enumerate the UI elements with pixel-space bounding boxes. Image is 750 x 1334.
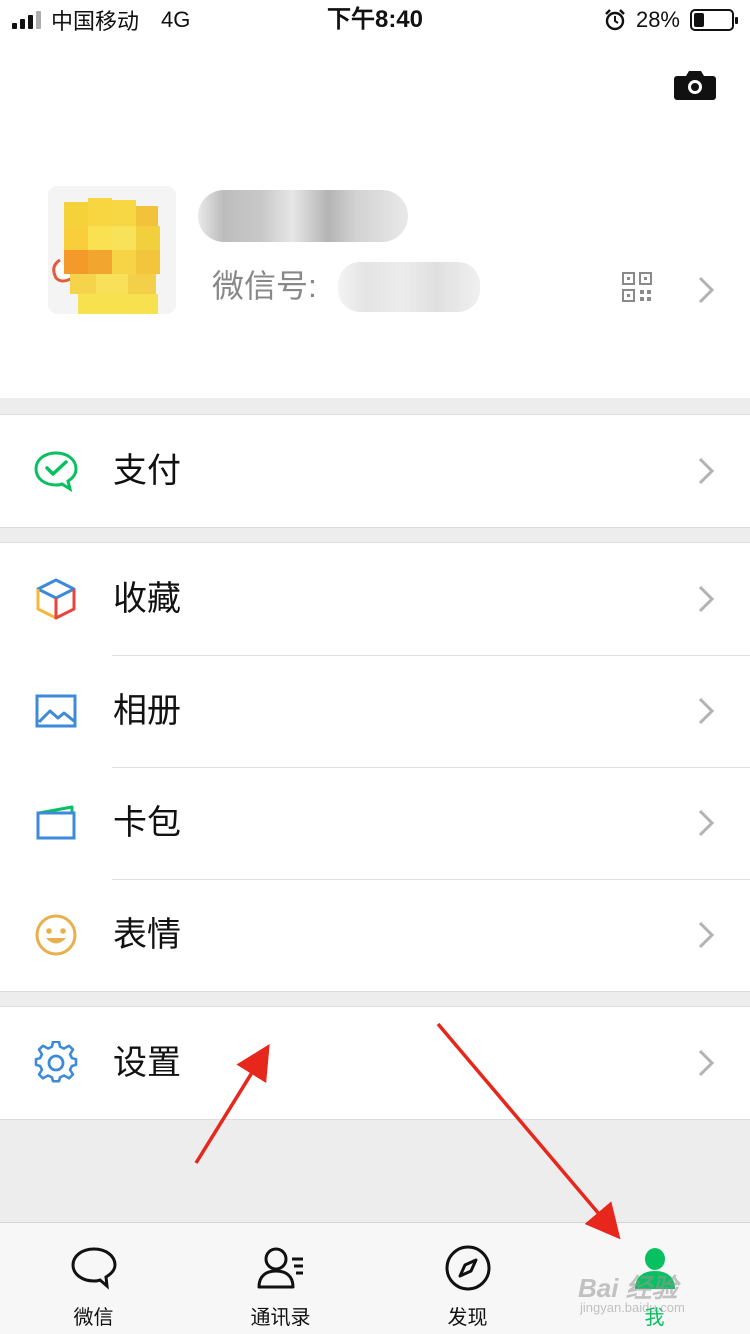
menu-item-label: 收藏 [113,580,181,618]
card-wallet-icon [36,805,76,840]
menu-item-album[interactable]: 相册 [0,655,750,767]
menu-item-label: 表情 [113,916,181,954]
alarm-icon [605,9,625,31]
smiley-icon [35,914,77,956]
chevron-right-icon [698,457,715,485]
tab-discover[interactable]: 发现 [374,1223,561,1334]
menu-item-cards[interactable]: 卡包 [0,767,750,879]
menu-item-label: 卡包 [113,804,181,842]
wechat-pay-icon [34,451,78,493]
tab-contacts[interactable]: 通讯录 [187,1223,374,1334]
compass-icon [445,1245,490,1291]
chat-bubble-icon [70,1247,117,1290]
menu-item-label: 支付 [113,452,181,490]
features-group: 收藏 相册 卡包 表情 [0,542,750,992]
settings-group: 设置 [0,1006,750,1120]
status-right: 28% [604,6,738,34]
qr-code-icon[interactable] [622,272,652,302]
pay-group: 支付 [0,414,750,528]
chevron-right-icon [698,697,715,725]
profile-header[interactable]: 微信号: [0,40,750,398]
favorites-cube-icon [36,578,76,620]
avatar[interactable] [48,186,176,314]
chevron-right-icon [698,809,715,837]
menu-item-pay[interactable]: 支付 [0,415,750,527]
nickname-blurred [198,190,408,242]
chevron-right-icon [698,1049,715,1077]
menu-item-favorites[interactable]: 收藏 [0,543,750,655]
tab-label: 微信 [73,1307,114,1329]
chevron-right-icon [698,585,715,613]
battery-icon [690,9,738,31]
album-picture-icon [35,694,77,728]
camera-icon[interactable] [674,68,716,100]
tab-label: 通讯录 [250,1307,311,1329]
status-bar: 中国移动 4G 下午8:40 28% [0,0,750,40]
contacts-icon [257,1247,303,1289]
chevron-right-icon [698,276,715,304]
chevron-right-icon [698,921,715,949]
menu-item-label: 设置 [113,1044,181,1082]
menu-item-settings[interactable]: 设置 [0,1007,750,1119]
wechat-id-blurred [338,262,480,312]
gear-icon [34,1041,78,1083]
wechat-id-label: 微信号: [212,268,317,304]
tab-label: 发现 [447,1307,488,1329]
watermark-url: jingyan.baidu.com [580,1300,685,1315]
menu-item-stickers[interactable]: 表情 [0,879,750,991]
avatar-image [48,186,176,314]
tab-chats[interactable]: 微信 [0,1223,187,1334]
menu-item-label: 相册 [113,692,181,730]
battery-percent: 28% [635,7,680,32]
battery-fill [694,13,705,27]
